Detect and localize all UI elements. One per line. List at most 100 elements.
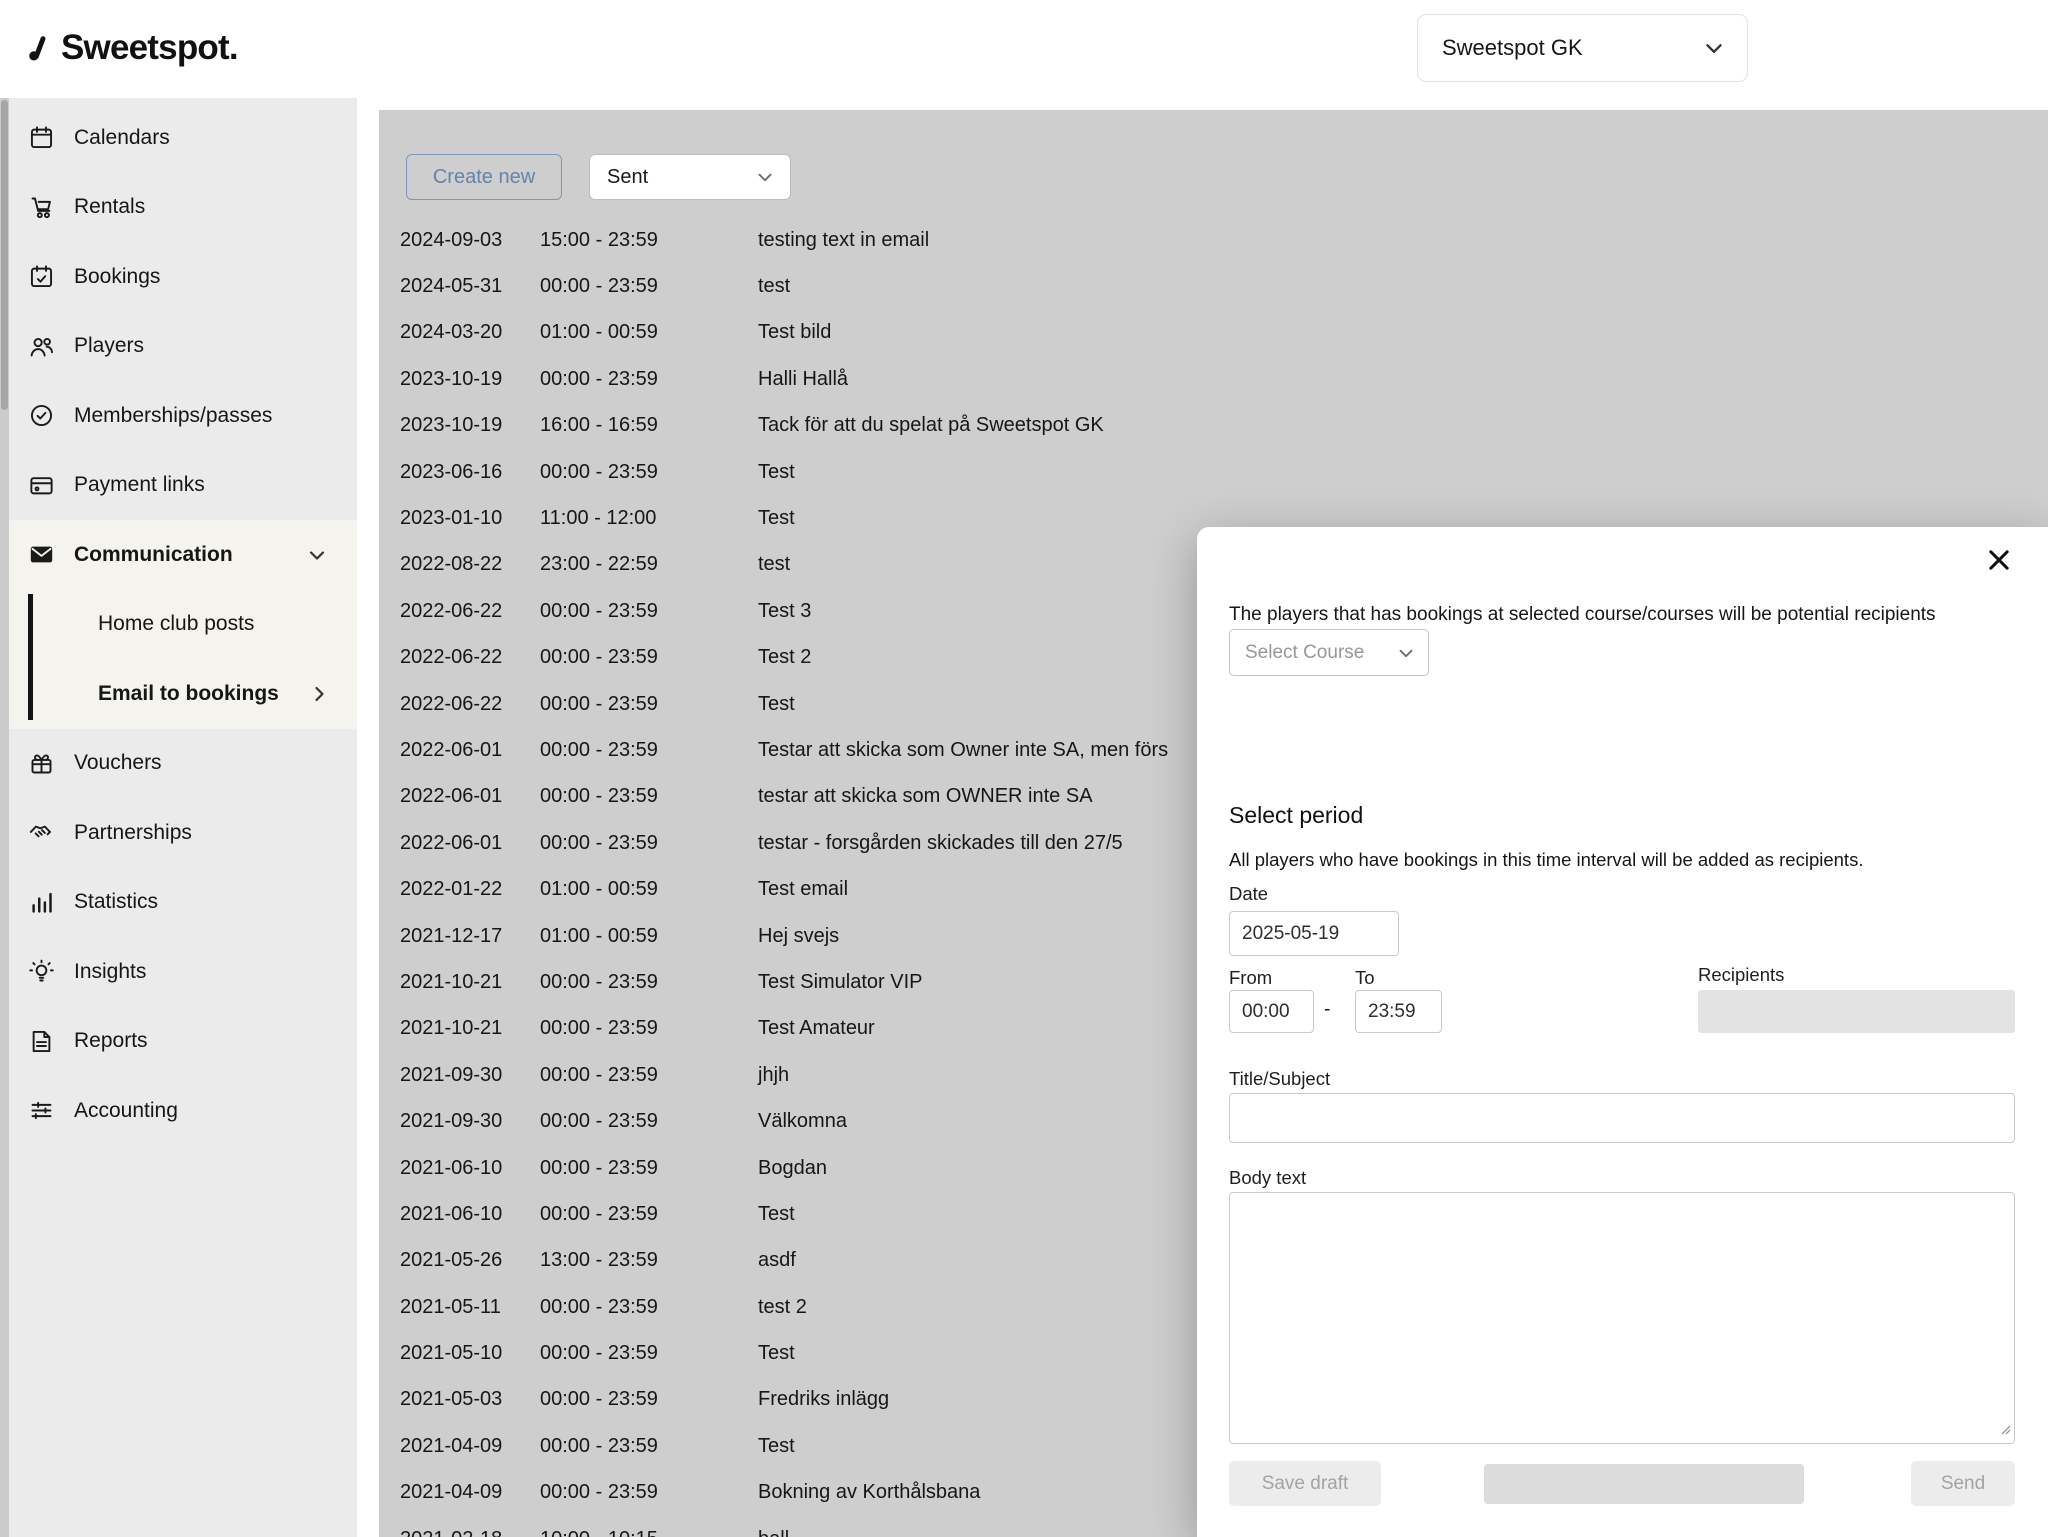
status-filter-value: Sent	[607, 166, 648, 189]
row-date: 2021-05-26	[400, 1249, 540, 1272]
sidebar-item-label: Communication	[74, 543, 233, 567]
close-icon[interactable]	[1982, 543, 2016, 577]
sidebar-item-communication[interactable]: Communication	[9, 520, 357, 590]
sidebar-item-reports[interactable]: Reports	[9, 1007, 357, 1077]
logo[interactable]: Sweetspot.	[24, 26, 238, 70]
row-time: 00:00 - 23:59	[540, 832, 758, 855]
row-date: 2021-09-30	[400, 1110, 540, 1133]
to-label: To	[1355, 967, 1375, 989]
sidebar-item-email-to-bookings[interactable]: Email to bookings	[9, 659, 357, 729]
body-text-wrapper	[1229, 1192, 2015, 1444]
course-select[interactable]: Select Course	[1229, 629, 1429, 676]
sidebar-item-insights[interactable]: Insights	[9, 937, 357, 1007]
row-date: 2022-06-22	[400, 693, 540, 716]
row-date: 2022-06-01	[400, 785, 540, 808]
sidebar-item-label: Bookings	[74, 265, 160, 289]
row-date: 2024-05-31	[400, 275, 540, 298]
row-subject: Test	[758, 461, 2048, 484]
payment-card-icon	[28, 472, 55, 499]
scrollbar-thumb[interactable]	[1, 100, 8, 410]
sidebar-item-vouchers[interactable]: Vouchers	[9, 729, 357, 799]
scrollbar[interactable]	[0, 98, 9, 1537]
table-row[interactable]: 2023-06-16 00:00 - 23:59 Test	[400, 449, 2048, 495]
modal-info-text: The players that has bookings at selecte…	[1229, 603, 2008, 628]
sidebar-item-partnerships[interactable]: Partnerships	[9, 798, 357, 868]
row-time: 00:00 - 23:59	[540, 1064, 758, 1087]
table-row[interactable]: 2024-09-03 15:00 - 23:59 testing text in…	[400, 217, 2048, 263]
row-time: 00:00 - 23:59	[540, 1481, 758, 1504]
footer-disabled-control	[1484, 1464, 1804, 1504]
sidebar-item-label: Home club posts	[98, 612, 254, 636]
sidebar: Calendars Rentals Bookings Players	[0, 98, 357, 1537]
calendar-check-icon	[28, 263, 55, 290]
row-time: 10:00 - 10:15	[540, 1528, 758, 1537]
sidebar-item-players[interactable]: Players	[9, 312, 357, 382]
row-date: 2024-03-20	[400, 321, 540, 344]
recipients-field[interactable]	[1698, 990, 2015, 1033]
table-row[interactable]: 2023-10-19 16:00 - 16:59 Tack för att du…	[400, 403, 2048, 449]
chevron-down-icon	[305, 543, 329, 567]
sidebar-item-calendars[interactable]: Calendars	[9, 103, 357, 173]
title-subject-input[interactable]	[1229, 1093, 2015, 1143]
table-row[interactable]: 2024-05-31 00:00 - 23:59 test	[400, 263, 2048, 309]
from-label: From	[1229, 967, 1272, 989]
status-filter-select[interactable]: Sent	[589, 154, 791, 200]
row-time: 00:00 - 23:59	[540, 646, 758, 669]
from-time-input[interactable]	[1229, 990, 1314, 1033]
chevron-right-icon	[307, 682, 331, 706]
row-date: 2021-05-10	[400, 1342, 540, 1365]
row-time: 00:00 - 23:59	[540, 1435, 758, 1458]
chevron-down-icon	[754, 166, 776, 188]
logo-text: Sweetspot.	[61, 28, 238, 68]
time-range-separator: -	[1324, 999, 1330, 1021]
new-email-modal: The players that has bookings at selecte…	[1197, 527, 2048, 1537]
sidebar-group-communication: Communication Home club posts Email to b…	[9, 520, 357, 729]
sidebar-item-label: Calendars	[74, 126, 170, 150]
select-period-title: Select period	[1229, 802, 1363, 829]
save-draft-button[interactable]: Save draft	[1229, 1461, 1381, 1506]
row-time: 00:00 - 23:59	[540, 785, 758, 808]
sidebar-item-accounting[interactable]: Accounting	[9, 1076, 357, 1146]
sidebar-item-memberships[interactable]: Memberships/passes	[9, 381, 357, 451]
document-icon	[28, 1028, 55, 1055]
table-row[interactable]: 2024-03-20 01:00 - 00:59 Test bild	[400, 310, 2048, 356]
bar-chart-icon	[28, 889, 55, 916]
row-date: 2021-09-30	[400, 1064, 540, 1087]
body-text-input[interactable]	[1229, 1192, 2015, 1444]
sidebar-item-label: Partnerships	[74, 821, 192, 845]
row-date: 2021-10-21	[400, 971, 540, 994]
sidebar-item-home-club-posts[interactable]: Home club posts	[9, 590, 357, 660]
row-time: 00:00 - 23:59	[540, 971, 758, 994]
sidebar-item-payment-links[interactable]: Payment links	[9, 451, 357, 521]
screen: Sweetspot. Sweetspot GK Calendars Renta	[0, 0, 2048, 1537]
communication-submenu: Home club posts Email to bookings	[9, 590, 357, 729]
table-row[interactable]: 2023-10-19 00:00 - 23:59 Halli Hallå	[400, 356, 2048, 402]
row-date: 2023-10-19	[400, 368, 540, 391]
row-date: 2021-12-17	[400, 925, 540, 948]
row-date: 2021-05-11	[400, 1296, 540, 1319]
sidebar-item-label: Statistics	[74, 890, 158, 914]
create-new-button[interactable]: Create new	[406, 154, 562, 200]
sidebar-item-label: Payment links	[74, 473, 205, 497]
sidebar-item-label: Reports	[74, 1029, 148, 1053]
row-time: 00:00 - 23:59	[540, 1342, 758, 1365]
badge-check-icon	[28, 402, 55, 429]
row-subject: Tack för att du spelat på Sweetspot GK	[758, 414, 2048, 437]
row-date: 2021-02-18	[400, 1528, 540, 1537]
trolley-icon	[28, 194, 55, 221]
to-time-input[interactable]	[1355, 990, 1442, 1033]
row-time: 01:00 - 00:59	[540, 321, 758, 344]
row-date: 2021-06-10	[400, 1157, 540, 1180]
sidebar-item-statistics[interactable]: Statistics	[9, 868, 357, 938]
date-input[interactable]	[1229, 911, 1399, 956]
sweetspot-logo-icon	[24, 26, 51, 70]
sidebar-item-rentals[interactable]: Rentals	[9, 173, 357, 243]
row-time: 00:00 - 23:59	[540, 1296, 758, 1319]
club-selector[interactable]: Sweetspot GK	[1417, 14, 1748, 82]
row-time: 01:00 - 00:59	[540, 878, 758, 901]
body-text-label: Body text	[1229, 1167, 1306, 1189]
row-time: 11:00 - 12:00	[540, 507, 758, 530]
send-button[interactable]: Send	[1911, 1461, 2015, 1506]
sidebar-item-bookings[interactable]: Bookings	[9, 242, 357, 312]
row-time: 00:00 - 23:59	[540, 600, 758, 623]
